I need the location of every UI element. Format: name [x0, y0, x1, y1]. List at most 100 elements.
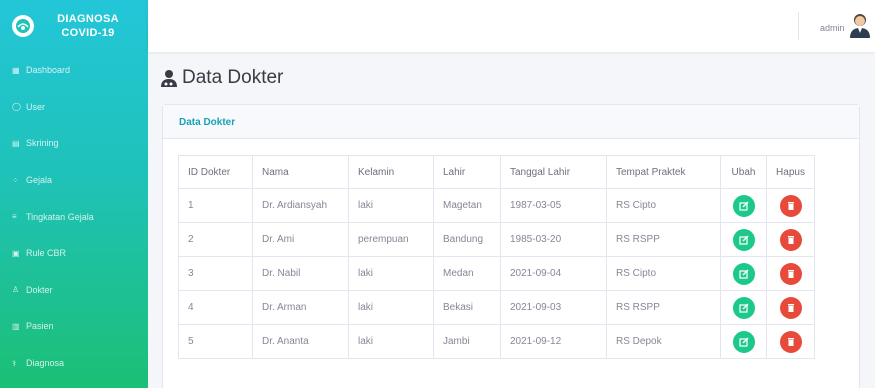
- edit-button[interactable]: [732, 194, 755, 217]
- topbar-divider: [798, 12, 799, 40]
- cell-tempat-praktek: RS RSPP: [606, 222, 721, 257]
- sidebar-item-label: Diagnosa: [26, 358, 65, 369]
- table-row: 1 Dr. Ardiansyah laki Magetan 1987-03-05…: [178, 188, 815, 223]
- col-header: Nama: [252, 155, 349, 189]
- admin-name[interactable]: admin: [820, 23, 845, 33]
- trash-icon: [787, 303, 794, 312]
- covid-logo-icon: [12, 15, 34, 37]
- trash-icon: [787, 337, 794, 346]
- cell-id: 1: [178, 188, 253, 223]
- cell-kelamin: perempuan: [348, 222, 434, 257]
- cell-tanggal-lahir: 1985-03-20: [500, 222, 607, 257]
- cell-tanggal-lahir: 2021-09-03: [500, 290, 607, 325]
- doctor-icon: ♙: [12, 285, 20, 295]
- edit-button[interactable]: [732, 296, 755, 319]
- table-row: 2 Dr. Ami perempuan Bandung 1985-03-20 R…: [178, 222, 815, 257]
- cell-kelamin: laki: [348, 290, 434, 325]
- patient-icon: ▥: [12, 321, 20, 331]
- col-header: Kelamin: [348, 155, 434, 189]
- brand[interactable]: DIAGNOSA COVID-19: [0, 0, 148, 52]
- sidebar-item-label: Dokter: [26, 284, 53, 295]
- cell-id: 3: [178, 256, 253, 291]
- page-title-text: Data Dokter: [182, 67, 284, 88]
- doctor-table: ID Dokter Nama Kelamin Lahir Tanggal Lah…: [178, 155, 815, 359]
- edit-button[interactable]: [732, 228, 755, 251]
- sidebar-item-label: Pasien: [26, 321, 54, 332]
- col-header: Hapus: [766, 155, 815, 189]
- diagnosa-icon: ⚕: [12, 358, 17, 368]
- data-card: Data Dokter ID Dokter Nama Kelamin Lahir…: [162, 104, 860, 388]
- cell-id: 4: [178, 290, 253, 325]
- sidebar-item-rule-cbr[interactable]: ▣ Rule CBR: [0, 235, 148, 272]
- card-title: Data Dokter: [163, 105, 859, 139]
- delete-button[interactable]: [779, 194, 802, 217]
- col-header: Tempat Praktek: [606, 155, 721, 189]
- edit-icon: [738, 201, 748, 211]
- cell-tempat-praktek: RS Cipto: [606, 188, 721, 223]
- cell-lahir: Medan: [433, 256, 501, 291]
- cell-lahir: Magetan: [433, 188, 501, 223]
- brand-title: DIAGNOSA COVID-19: [44, 12, 132, 40]
- sidebar-item-tingkatan-gejala[interactable]: ≡ Tingkatan Gejala: [0, 198, 148, 235]
- trash-icon: [787, 235, 794, 244]
- cell-nama: Dr. Arman: [252, 290, 349, 325]
- cell-nama: Dr. Ami: [252, 222, 349, 257]
- cell-tanggal-lahir: 2021-09-04: [500, 256, 607, 291]
- rule-icon: ▣: [12, 248, 20, 258]
- cell-kelamin: laki: [348, 256, 434, 291]
- sidebar-item-dokter[interactable]: ♙ Dokter: [0, 272, 148, 309]
- sidebar-item-user[interactable]: ◯ User: [0, 89, 148, 126]
- cell-tempat-praktek: RS Depok: [606, 324, 721, 359]
- brand-line-1: DIAGNOSA: [57, 13, 119, 25]
- cell-tanggal-lahir: 1987-03-05: [500, 188, 607, 223]
- edit-button[interactable]: [732, 330, 755, 353]
- edit-icon: [738, 303, 748, 313]
- edit-icon: [738, 269, 748, 279]
- list-icon: ≡: [12, 212, 17, 222]
- col-header: Ubah: [720, 155, 767, 189]
- sidebar-item-label: Skrining: [26, 138, 59, 149]
- topbar: admin: [148, 0, 875, 52]
- sidebar-item-label: Tingkatan Gejala: [26, 211, 94, 222]
- delete-button[interactable]: [779, 228, 802, 251]
- cell-tanggal-lahir: 2021-09-12: [500, 324, 607, 359]
- cell-nama: Dr. Ardiansyah: [252, 188, 349, 223]
- user-icon: ◯: [12, 102, 21, 112]
- edit-button[interactable]: [732, 262, 755, 285]
- delete-button[interactable]: [779, 330, 802, 353]
- cell-id: 5: [178, 324, 253, 359]
- edit-icon: [738, 337, 748, 347]
- cell-lahir: Jambi: [433, 324, 501, 359]
- col-header: ID Dokter: [178, 155, 253, 189]
- trash-icon: [787, 269, 794, 278]
- trash-icon: [787, 201, 794, 210]
- brand-line-2: COVID-19: [61, 27, 115, 39]
- table-icon: ▤: [12, 138, 20, 148]
- sidebar-item-pasien[interactable]: ▥ Pasien: [0, 308, 148, 345]
- cell-lahir: Bandung: [433, 222, 501, 257]
- sidebar-item-skrining[interactable]: ▤ Skrining: [0, 125, 148, 162]
- edit-icon: [738, 235, 748, 245]
- sidebar-item-dashboard[interactable]: ▦ Dashboard: [0, 52, 148, 89]
- avatar[interactable]: [848, 12, 872, 38]
- table-row: 3 Dr. Nabil laki Medan 2021-09-04 RS Cip…: [178, 256, 815, 291]
- sidebar-item-gejala[interactable]: ⁘ Gejala: [0, 162, 148, 199]
- page-title: Data Dokter: [160, 67, 283, 89]
- cell-nama: Dr. Nabil: [252, 256, 349, 291]
- virus-icon: ⁘: [12, 175, 19, 185]
- sidebar-item-label: User: [26, 101, 46, 112]
- table-row: 4 Dr. Arman laki Bekasi 2021-09-03 RS RS…: [178, 290, 815, 325]
- user-doctor-icon: [161, 70, 177, 87]
- dashboard-icon: ▦: [12, 65, 20, 75]
- delete-button[interactable]: [779, 262, 802, 285]
- sidebar-item-label: Gejala: [26, 175, 53, 186]
- cell-id: 2: [178, 222, 253, 257]
- sidebar: DIAGNOSA COVID-19 ▦ Dashboard ◯ User ▤ S…: [0, 0, 148, 388]
- sidebar-item-diagnosa[interactable]: ⚕ Diagnosa: [0, 345, 148, 382]
- col-header: Lahir: [433, 155, 501, 189]
- cell-tempat-praktek: RS Cipto: [606, 256, 721, 291]
- col-header: Tanggal Lahir: [500, 155, 607, 189]
- delete-button[interactable]: [779, 296, 802, 319]
- cell-kelamin: laki: [348, 324, 434, 359]
- cell-nama: Dr. Ananta: [252, 324, 349, 359]
